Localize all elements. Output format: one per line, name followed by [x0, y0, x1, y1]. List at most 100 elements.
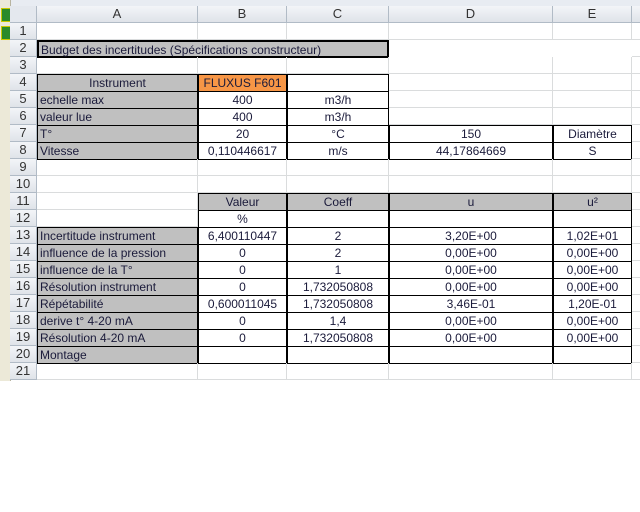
- row-header-8[interactable]: 8: [10, 142, 37, 159]
- cell-E3[interactable]: [553, 57, 632, 74]
- cell-D8[interactable]: 44,17864669: [389, 142, 553, 160]
- cell-A12[interactable]: [37, 210, 198, 227]
- cell-B1[interactable]: [198, 23, 287, 40]
- row-header-20[interactable]: 20: [10, 346, 37, 363]
- cell-D13[interactable]: 3,20E+00: [389, 227, 553, 245]
- cell-A19[interactable]: Résolution 4-20 mA: [37, 329, 198, 347]
- cell-C16[interactable]: 1,732050808: [287, 278, 389, 296]
- cell-C9[interactable]: [287, 159, 389, 176]
- cell-C7[interactable]: °C: [287, 125, 389, 143]
- cell-E13[interactable]: 1,02E+01: [553, 227, 632, 245]
- cell-C6[interactable]: m3/h: [287, 108, 389, 126]
- cell-B5[interactable]: 400: [198, 91, 287, 109]
- cell-B21[interactable]: [198, 363, 287, 380]
- cell-C19[interactable]: 1,732050808: [287, 329, 389, 347]
- cell-E20[interactable]: [553, 346, 632, 364]
- cell-C21[interactable]: [287, 363, 389, 380]
- cell-F6[interactable]: [632, 108, 640, 125]
- cell-D18[interactable]: 0,00E+00: [389, 312, 553, 330]
- cell-B6[interactable]: 400: [198, 108, 287, 126]
- cell-B16[interactable]: 0: [198, 278, 287, 296]
- cell-E15[interactable]: 0,00E+00: [553, 261, 632, 279]
- row-header-21[interactable]: 21: [10, 363, 37, 380]
- row-header-7[interactable]: 7: [10, 125, 37, 142]
- cell-C17[interactable]: 1,732050808: [287, 295, 389, 313]
- cell-A16[interactable]: Résolution instrument: [37, 278, 198, 296]
- cell-B20[interactable]: [198, 346, 287, 364]
- cell-A5[interactable]: echelle max: [37, 91, 198, 109]
- cell-C11[interactable]: Coeff: [287, 193, 389, 211]
- cell-E5[interactable]: [553, 91, 632, 108]
- cell-A18[interactable]: derive t° 4-20 mA: [37, 312, 198, 330]
- cell-E11[interactable]: u²: [553, 193, 632, 211]
- cell-D19[interactable]: 0,00E+00: [389, 329, 553, 347]
- cell-B18[interactable]: 0: [198, 312, 287, 330]
- cell-F20[interactable]: [632, 346, 640, 363]
- cell-E1[interactable]: [553, 23, 632, 40]
- row-header-6[interactable]: 6: [10, 108, 37, 125]
- cell-E7[interactable]: Diamètre: [553, 125, 632, 143]
- cell-B13[interactable]: 6,400110447: [198, 227, 287, 245]
- column-header-B[interactable]: B: [198, 6, 287, 23]
- cell-D5[interactable]: [389, 91, 553, 108]
- cell-A7[interactable]: T°: [37, 125, 198, 143]
- row-header-16[interactable]: 16: [10, 278, 37, 295]
- column-header-C[interactable]: C: [287, 6, 389, 23]
- cell-D11[interactable]: u: [389, 193, 553, 211]
- row-header-3[interactable]: 3: [10, 57, 37, 74]
- row-header-18[interactable]: 18: [10, 312, 37, 329]
- cell-A17[interactable]: Répétabilité: [37, 295, 198, 313]
- cell-D15[interactable]: 0,00E+00: [389, 261, 553, 279]
- cell-E14[interactable]: 0,00E+00: [553, 244, 632, 262]
- cell-C8[interactable]: m/s: [287, 142, 389, 160]
- cell-A2[interactable]: Budget des incertitudes (Spécifications …: [37, 40, 389, 58]
- cell-D21[interactable]: [389, 363, 553, 380]
- cell-E8[interactable]: S: [553, 142, 632, 160]
- cell-A9[interactable]: [37, 159, 198, 176]
- cell-B17[interactable]: 0,600011045: [198, 295, 287, 313]
- row-header-9[interactable]: 9: [10, 159, 37, 176]
- cell-B4[interactable]: FLUXUS F601: [198, 74, 287, 92]
- cell-D12[interactable]: [389, 210, 553, 228]
- cell-B10[interactable]: [198, 176, 287, 193]
- cell-B11[interactable]: Valeur: [198, 193, 287, 211]
- cell-F9[interactable]: [632, 159, 640, 176]
- column-header-E[interactable]: E: [553, 6, 632, 23]
- row-header-1[interactable]: 1: [10, 23, 37, 40]
- cell-A14[interactable]: influence de la pression: [37, 244, 198, 262]
- column-header-F[interactable]: [632, 6, 640, 23]
- cell-F3[interactable]: [632, 57, 640, 74]
- cell-F1[interactable]: [632, 23, 640, 40]
- row-header-2[interactable]: 2: [10, 40, 37, 57]
- cell-F15[interactable]: [632, 261, 640, 278]
- cell-F14[interactable]: [632, 244, 640, 261]
- cell-D3[interactable]: [389, 57, 553, 74]
- cell-C4[interactable]: [287, 74, 389, 92]
- row-header-13[interactable]: 13: [10, 227, 37, 244]
- cell-F4[interactable]: [632, 74, 640, 91]
- cell-E9[interactable]: [553, 159, 632, 176]
- cell-E4[interactable]: [553, 74, 632, 91]
- cell-F12[interactable]: [632, 210, 640, 227]
- cell-B8[interactable]: 0,110446617: [198, 142, 287, 160]
- cell-A13[interactable]: Incertitude instrument: [37, 227, 198, 245]
- cell-F11[interactable]: [632, 193, 640, 210]
- cell-D14[interactable]: 0,00E+00: [389, 244, 553, 262]
- cell-E10[interactable]: [553, 176, 632, 193]
- row-header-5[interactable]: 5: [10, 91, 37, 108]
- row-header-10[interactable]: 10: [10, 176, 37, 193]
- cell-D7[interactable]: 150: [389, 125, 553, 143]
- cell-E17[interactable]: 1,20E-01: [553, 295, 632, 313]
- cell-C13[interactable]: 2: [287, 227, 389, 245]
- cell-F7[interactable]: [632, 125, 640, 142]
- cell-A15[interactable]: influence de la T°: [37, 261, 198, 279]
- cell-F2[interactable]: [632, 40, 640, 57]
- select-all-corner[interactable]: [10, 6, 37, 23]
- cell-E12[interactable]: [553, 210, 632, 228]
- cell-E16[interactable]: 0,00E+00: [553, 278, 632, 296]
- row-header-11[interactable]: 11: [10, 193, 37, 210]
- cell-B14[interactable]: 0: [198, 244, 287, 262]
- cell-A20[interactable]: Montage: [37, 346, 198, 364]
- row-header-4[interactable]: 4: [10, 74, 37, 91]
- cell-B12[interactable]: %: [198, 210, 287, 228]
